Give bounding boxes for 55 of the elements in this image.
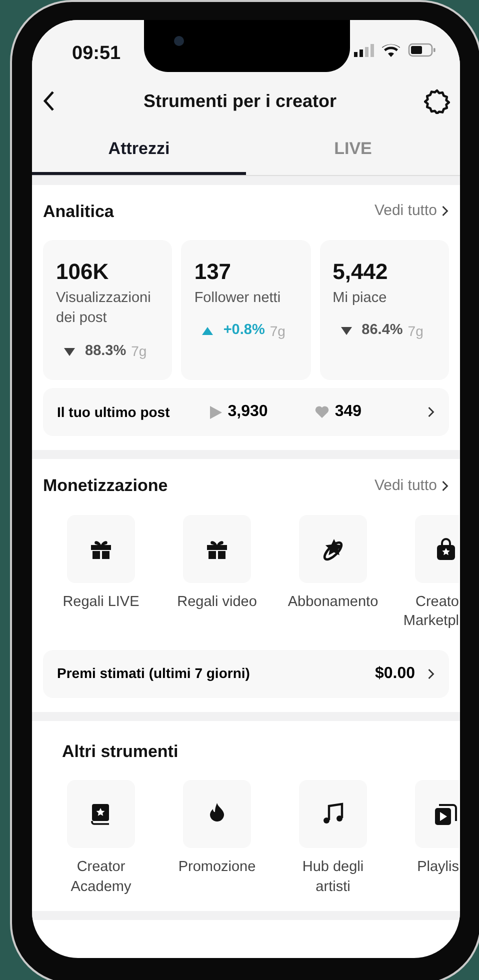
see-all-link[interactable]: Vedi tutto <box>374 200 449 222</box>
section-title: Altri strumenti <box>62 740 178 763</box>
heart-icon <box>314 406 329 418</box>
chevron-right-icon <box>441 205 449 218</box>
section-title: Monetizzazione <box>43 475 168 497</box>
tool-tile[interactable]: Creato Marketpl <box>391 514 459 632</box>
stat-label: Visualizzazioni dei post <box>56 289 152 328</box>
page-title: Strumenti per i creator <box>143 90 337 113</box>
settings-icon <box>424 88 450 114</box>
battery-icon <box>408 43 436 57</box>
stat-label: Mi piace <box>332 289 388 308</box>
chevron-right-icon <box>427 668 435 680</box>
see-all-link[interactable]: Vedi tutto <box>374 474 449 497</box>
play-icon <box>210 406 222 418</box>
stat-label: Follower netti <box>194 289 282 308</box>
chevron-right-icon <box>427 406 435 418</box>
planet-star-icon <box>321 536 345 560</box>
back-button[interactable] <box>42 90 56 112</box>
tool-tile[interactable]: Abbonamento <box>275 514 391 632</box>
rewards-label: Premi stimati (ultimi 7 giorni) <box>57 664 250 684</box>
back-icon <box>42 90 56 112</box>
stat-card[interactable]: 5,442 Mi piace 86.4% 7g <box>320 240 449 380</box>
camera-dot <box>174 36 184 46</box>
like-count: 349 <box>334 402 362 422</box>
tool-tile[interactable]: Playlis <box>391 780 459 898</box>
stat-period: 7g <box>408 322 424 341</box>
tool-tile[interactable]: Regali video <box>159 514 275 632</box>
wifi-icon <box>382 44 400 56</box>
shopping-bag-icon <box>434 536 458 560</box>
playlist-icon <box>434 802 458 826</box>
stat-period: 7g <box>270 322 286 341</box>
last-post-label: Il tuo ultimo post <box>57 402 170 422</box>
stat-change: +0.8% <box>223 321 265 340</box>
chevron-right-icon <box>441 480 449 492</box>
settings-button[interactable] <box>424 88 450 114</box>
stat-change: 88.3% <box>85 342 126 361</box>
tool-tile[interactable]: Regali LIVE <box>43 514 159 632</box>
stat-card[interactable]: 106K Visualizzazioni dei post 88.3% 7g <box>43 240 172 380</box>
status-time: 09:51 <box>72 42 121 66</box>
stat-value: 137 <box>194 260 232 284</box>
stat-period: 7g <box>131 342 147 362</box>
tool-tile[interactable]: Hub degli artisti <box>275 780 391 898</box>
music-note-icon <box>321 802 345 826</box>
play-count: 3,930 <box>228 402 268 422</box>
stat-change: 86.4% <box>362 321 403 340</box>
stat-card[interactable]: 137 Follower netti +0.8% 7g <box>181 240 311 380</box>
tool-tile[interactable]: Promozione <box>159 780 275 898</box>
tool-tile[interactable]: Creator Academy <box>43 780 159 898</box>
rewards-row[interactable]: Premi stimati (ultimi 7 giorni) $0.00 <box>43 650 449 698</box>
signal-icon <box>354 44 374 56</box>
section-title: Analitica <box>43 200 114 222</box>
stat-value: 5,442 <box>332 260 389 284</box>
last-post-row[interactable]: Il tuo ultimo post 3,930 349 <box>43 388 449 436</box>
stat-value: 106K <box>56 260 110 284</box>
rewards-amount: $0.00 <box>374 664 415 684</box>
